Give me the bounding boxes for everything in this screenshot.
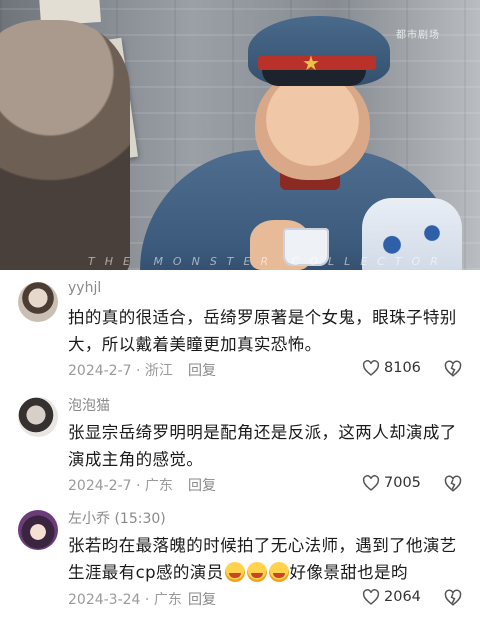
- like-button[interactable]: 2064: [362, 589, 421, 605]
- avatar[interactable]: [18, 282, 58, 322]
- comment-username[interactable]: yyhjl: [68, 280, 101, 296]
- dislike-icon[interactable]: [444, 360, 462, 378]
- comment-text: 拍的真的很适合，岳绮罗原著是个女鬼，眼珠子特别大，所以戴着美瞳更加真实恐怖。: [68, 308, 457, 354]
- comment-location: 广东: [153, 592, 182, 608]
- like-count: 7005: [384, 475, 421, 491]
- hero-image: ★ 都市剧场 THE MONSTER COLLECTOR: [0, 0, 480, 270]
- laughing-crying-emoji-icon: [224, 562, 245, 582]
- dislike-icon[interactable]: [444, 589, 462, 607]
- comment-date: 2024-2-7: [68, 478, 132, 494]
- comment-text-part: 好像景甜也是昀: [289, 563, 408, 582]
- woman-figure: [0, 20, 130, 270]
- comment-meta: 2024-2-7 · 广东: [68, 478, 173, 494]
- reply-button[interactable]: 回复: [188, 589, 216, 609]
- comment-location: 广东: [144, 478, 173, 494]
- heart-icon: [362, 589, 380, 605]
- comment-meta: 2024-2-7 · 浙江: [68, 363, 173, 379]
- comment-text: 张显宗岳绮罗明明是配角还是反派，这两人却演成了演成主角的感觉。: [68, 423, 457, 469]
- comment-username[interactable]: 左小乔 (15:30): [68, 508, 166, 528]
- reply-button[interactable]: 回复: [188, 360, 216, 380]
- comment-date: 2024-2-7: [68, 363, 132, 379]
- avatar[interactable]: [18, 397, 58, 437]
- reply-button[interactable]: 回复: [188, 475, 216, 495]
- heart-icon: [362, 475, 380, 491]
- like-button[interactable]: 7005: [362, 475, 421, 491]
- comment-item: yyhjl 拍的真的很适合，岳绮罗原著是个女鬼，眼珠子特别大，所以戴着美瞳更加真…: [0, 270, 480, 385]
- comment-text: 张若昀在最落魄的时候拍了无心法师，遇到了他演艺生涯最有cp感的演员 好像景甜也是昀: [68, 532, 468, 586]
- laughing-crying-emoji-icon: [246, 562, 267, 582]
- screen: ★ 都市剧场 THE MONSTER COLLECTOR yyhjl 拍的真的很…: [0, 0, 480, 640]
- star-icon: ★: [302, 51, 320, 75]
- laughing-crying-emoji-icon: [268, 562, 289, 582]
- like-count: 8106: [384, 360, 421, 376]
- like-button[interactable]: 8106: [362, 360, 421, 376]
- comment-username[interactable]: 泡泡猫: [68, 395, 110, 415]
- comment-date: 2024-3-24: [68, 592, 141, 608]
- comment-location: 浙江: [144, 363, 173, 379]
- officer-face: [255, 70, 370, 180]
- video-caption: THE MONSTER COLLECTOR: [88, 255, 448, 268]
- comment-meta: 2024-3-24 · 广东: [68, 592, 182, 608]
- avatar[interactable]: [18, 510, 58, 550]
- watermark: 都市剧场: [396, 30, 440, 41]
- comment-item: 左小乔 (15:30) 张若昀在最落魄的时候拍了无心法师，遇到了他演艺生涯最有c…: [0, 498, 480, 640]
- dislike-icon[interactable]: [444, 475, 462, 493]
- comment-list: yyhjl 拍的真的很适合，岳绮罗原著是个女鬼，眼珠子特别大，所以戴着美瞳更加真…: [0, 270, 480, 640]
- like-count: 2064: [384, 589, 421, 605]
- comment-item: 泡泡猫 张显宗岳绮罗明明是配角还是反派，这两人却演成了演成主角的感觉。 2024…: [0, 385, 480, 498]
- heart-icon: [362, 360, 380, 376]
